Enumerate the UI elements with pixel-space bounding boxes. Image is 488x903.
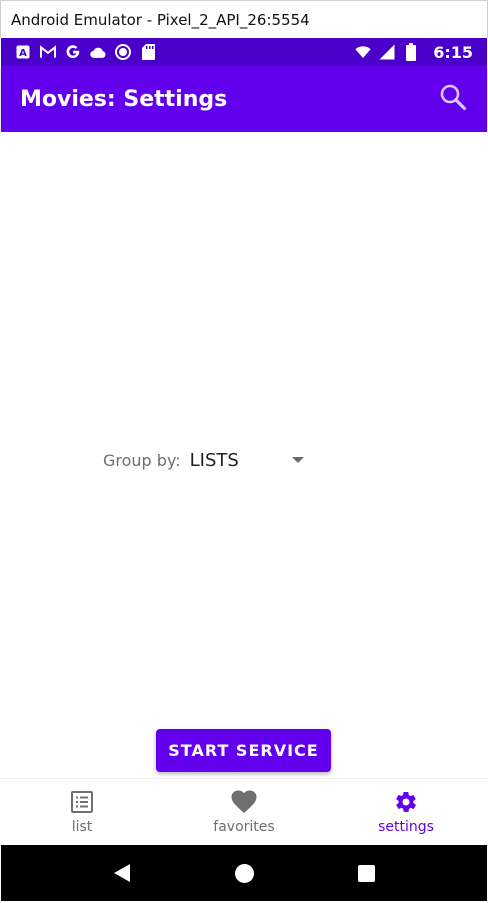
battery-icon xyxy=(403,43,419,61)
group-by-value: LISTS xyxy=(189,449,239,471)
cloud-icon xyxy=(90,44,106,60)
dropdown-arrow-icon xyxy=(291,457,304,463)
google-icon xyxy=(65,44,81,60)
start-service-button[interactable]: START SERVICE xyxy=(156,729,331,772)
gmail-icon xyxy=(40,44,56,60)
nav-item-list[interactable]: list xyxy=(1,779,163,845)
nav-label-list: list xyxy=(71,819,93,835)
emulator-title-bar: Android Emulator - Pixel_2_API_26:5554 xyxy=(0,0,488,38)
page-title: Movies: Settings xyxy=(20,86,228,112)
search-icon xyxy=(439,83,467,116)
group-by-row: Group by: LISTS xyxy=(103,446,308,474)
sd-card-icon xyxy=(140,44,156,60)
group-by-spinner[interactable]: LISTS xyxy=(190,446,308,474)
nav-item-settings[interactable]: settings xyxy=(325,779,487,845)
nav-label-settings: settings xyxy=(378,819,434,835)
search-button[interactable] xyxy=(437,83,469,115)
bottom-navigation: list favorites settings xyxy=(1,778,487,845)
back-icon xyxy=(114,864,130,882)
gear-icon xyxy=(393,789,419,815)
group-by-label: Group by: xyxy=(103,450,181,470)
status-bar: A 6:15 xyxy=(1,38,487,66)
app-bar: Movies: Settings xyxy=(1,66,487,132)
list-icon xyxy=(69,789,95,815)
signal-icon xyxy=(379,44,395,60)
back-button[interactable] xyxy=(107,858,137,888)
window-title: Android Emulator - Pixel_2_API_26:5554 xyxy=(11,10,310,29)
circle-icon xyxy=(115,44,131,60)
svg-text:A: A xyxy=(19,48,27,59)
recents-button[interactable] xyxy=(351,858,381,888)
system-nav-bar xyxy=(1,845,487,901)
home-button[interactable] xyxy=(229,858,259,888)
start-service-label: START SERVICE xyxy=(168,741,319,760)
settings-content: Group by: LISTS START SERVICE xyxy=(1,132,487,778)
app-a-icon: A xyxy=(15,44,31,60)
nav-label-favorites: favorites xyxy=(213,819,275,835)
recents-icon xyxy=(357,864,375,882)
nav-item-favorites[interactable]: favorites xyxy=(163,779,325,845)
home-icon xyxy=(234,863,254,883)
heart-icon xyxy=(231,789,257,815)
wifi-icon xyxy=(355,44,371,60)
status-time: 6:15 xyxy=(433,42,473,62)
